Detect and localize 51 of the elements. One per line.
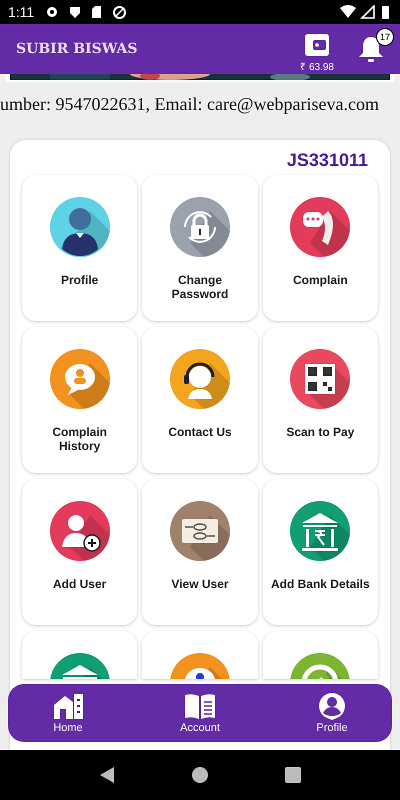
nav-item[interactable]: Profile — [297, 684, 367, 742]
status-time: 1:11 — [8, 4, 34, 20]
menu-tile[interactable]: Complain — [262, 175, 378, 321]
menu-tile[interactable]: Contact Us — [142, 327, 258, 473]
tile-label: Complain History — [51, 425, 108, 453]
menu-tile[interactable]: Scan to Pay — [262, 327, 378, 473]
shield-icon — [70, 6, 80, 18]
nav-item[interactable]: Account — [165, 684, 235, 742]
headset-person-icon — [170, 349, 230, 409]
tile-label: Contact Us — [167, 425, 233, 439]
menu-tile[interactable]: Add Bank Details — [262, 479, 378, 625]
book-icon — [184, 692, 216, 720]
menu-tile[interactable]: Profile — [22, 175, 138, 321]
user-name: SUBIR BISWAS — [16, 41, 138, 57]
eye-card-icon — [170, 501, 230, 561]
tile-label: Change Password — [170, 273, 230, 301]
tile-label: View User — [170, 577, 230, 591]
system-status-icons — [340, 5, 392, 19]
menu-tile[interactable]: Complain History — [22, 327, 138, 473]
recents-icon[interactable] — [284, 766, 302, 784]
house-icon — [52, 692, 84, 720]
phone-chat-icon — [290, 197, 350, 257]
gear-icon — [46, 6, 58, 18]
menu-tile[interactable] — [22, 631, 138, 679]
add-user-icon — [50, 501, 110, 561]
wallet-icon — [304, 33, 330, 57]
menu-tile[interactable]: Change Password — [142, 175, 258, 321]
person-icon — [50, 197, 110, 257]
nav-item[interactable]: Home — [33, 684, 103, 742]
user-code: JS331011 — [286, 150, 369, 171]
wallet-button[interactable]: ₹ 63.98 — [300, 25, 334, 73]
notification-badge: 17 — [376, 28, 394, 46]
user-pin-icon — [318, 692, 346, 720]
contact-info: umber: 9547022631, Email: care@webpariseva.com — [0, 93, 380, 116]
back-icon[interactable] — [98, 766, 116, 784]
padlock-icon — [170, 197, 230, 257]
sync-off-icon — [113, 6, 126, 18]
sd-card-icon — [92, 6, 102, 18]
bank-icon — [290, 501, 350, 561]
tile-label: Complain — [292, 273, 349, 287]
tile-label: Add Bank Details — [270, 577, 371, 591]
home-icon[interactable] — [190, 766, 209, 784]
tile-label: Add User — [52, 577, 108, 591]
qr-code-icon — [290, 349, 350, 409]
menu-tile[interactable] — [142, 631, 258, 679]
tile-label: Scan to Pay — [285, 425, 356, 439]
tile-label: Profile — [60, 273, 100, 287]
chat-person-icon — [50, 349, 110, 409]
menu-tile[interactable]: Add User — [22, 479, 138, 625]
menu-tile[interactable]: View User — [142, 479, 258, 625]
menu-tile[interactable] — [262, 631, 378, 679]
